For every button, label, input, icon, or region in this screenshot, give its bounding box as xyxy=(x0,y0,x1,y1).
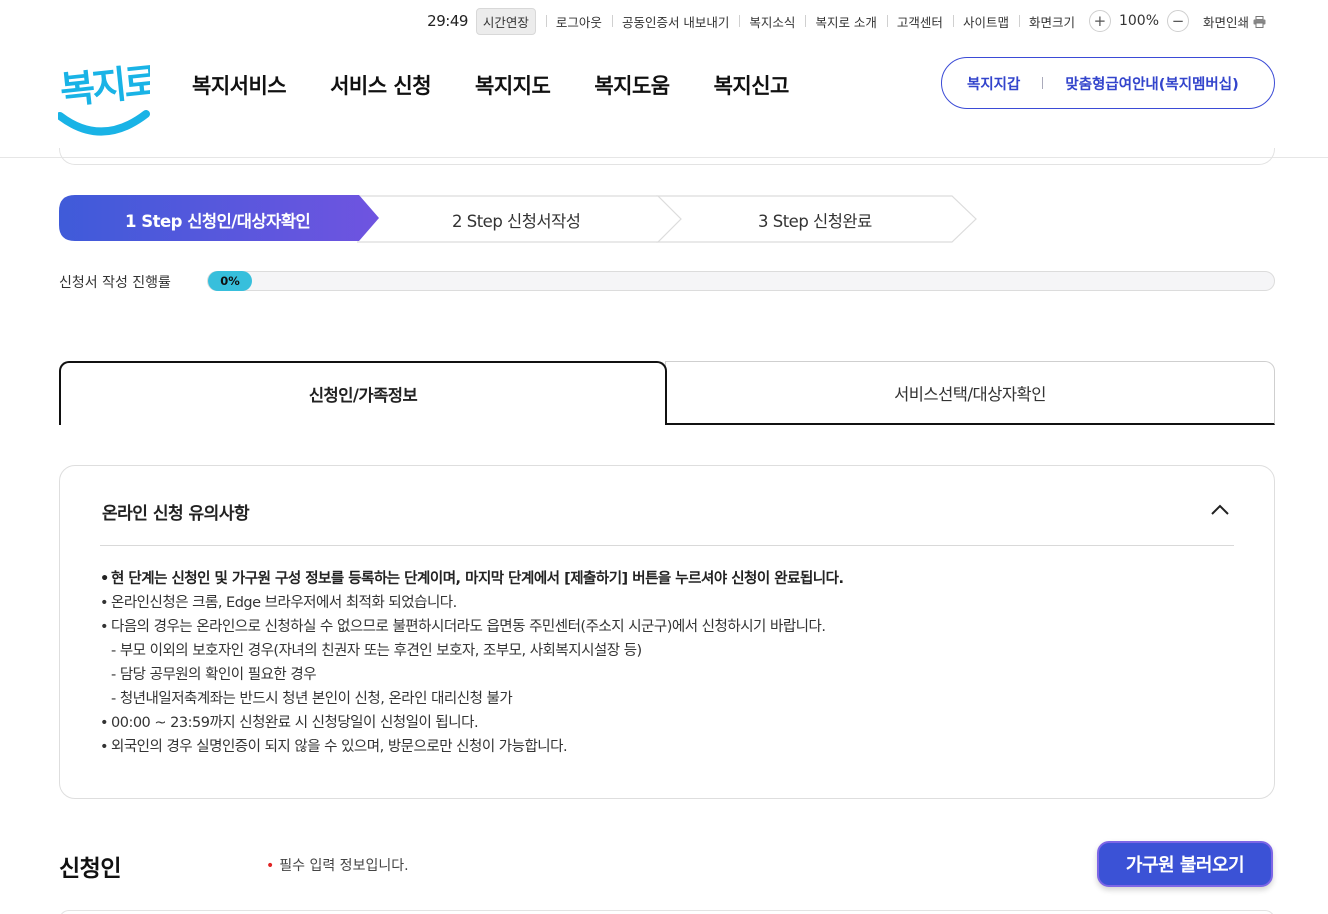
chevron-up-icon[interactable] xyxy=(1210,502,1230,516)
export-certificate-link[interactable]: 공동인증서 내보내기 xyxy=(611,12,739,31)
notice-item: 다음의 경우는 온라인으로 신청하실 수 없으므로 불편하시더라도 읍면동 주민… xyxy=(100,615,844,639)
notice-item: - 청년내일저축계좌는 반드시 청년 본인이 신청, 온라인 대리신청 불가 xyxy=(111,691,513,707)
logo-text: 복지로 xyxy=(58,59,150,113)
notice-list: 현 단계는 신청인 및 가구원 구성 정보를 등록하는 단계이며, 마지막 단계… xyxy=(100,567,844,759)
nav-welfare-report[interactable]: 복지신고 xyxy=(714,70,790,100)
nav-welfare-help[interactable]: 복지도움 xyxy=(594,70,670,100)
required-note-text: 필수 입력 정보입니다. xyxy=(279,858,409,874)
logout-link[interactable]: 로그아웃 xyxy=(545,12,612,31)
sitemap-link[interactable]: 사이트맵 xyxy=(952,12,1019,31)
applicant-section-title: 신청인 xyxy=(59,856,121,882)
load-household-button[interactable]: 가구원 불러오기 xyxy=(1097,841,1273,887)
progress-label: 신청서 작성 진행률 xyxy=(59,275,171,291)
required-dot: • xyxy=(266,858,275,874)
step-indicator: 1 Step 신청인/대상자확인 2 Step 신청서작성 3 Step 신청완… xyxy=(59,195,979,243)
about-link[interactable]: 복지로 소개 xyxy=(805,12,886,31)
notice-title: 온라인 신청 유의사항 xyxy=(102,504,250,524)
zoom-value: 100% xyxy=(1118,13,1159,29)
bokjiro-logo[interactable]: 복지로 xyxy=(56,56,160,138)
main-nav: 복지서비스 서비스 신청 복지지도 복지도움 복지신고 xyxy=(192,70,789,100)
notice-item: 현 단계는 신청인 및 가구원 구성 정보를 등록하는 단계이며, 마지막 단계… xyxy=(100,567,844,591)
welfare-wallet-link[interactable]: 복지지갑 xyxy=(967,73,1020,94)
nav-welfare-services[interactable]: 복지서비스 xyxy=(192,70,287,100)
tab-applicant-family-label: 신청인/가족정보 xyxy=(308,386,418,405)
customer-center-link[interactable]: 고객센터 xyxy=(886,12,953,31)
print-button[interactable]: 화면인쇄 xyxy=(1203,12,1266,31)
progress-fill: 0% xyxy=(208,271,252,291)
site-header: 복지로 복지서비스 서비스 신청 복지지도 복지도움 복지신고 복지지갑 맞춤형… xyxy=(0,40,1328,158)
notice-divider xyxy=(100,545,1234,546)
step-2: 2 Step 신청서작성 xyxy=(452,212,581,231)
zoom-in-button[interactable]: + xyxy=(1088,10,1111,32)
zoom-out-button[interactable]: − xyxy=(1167,10,1189,32)
step-3: 3 Step 신청완료 xyxy=(758,212,872,231)
quick-links: 복지지갑 맞춤형급여안내(복지멤버십) xyxy=(941,57,1275,109)
notice-item: 00:00 ~ 23:59까지 신청완료 시 신청당일이 신청일이 됩니다. xyxy=(100,711,844,735)
notice-item: 외국인의 경우 실명인증이 되지 않을 수 있으며, 방문으로만 신청이 가능합… xyxy=(100,735,844,759)
notice-panel: 온라인 신청 유의사항 현 단계는 신청인 및 가구원 구성 정보를 등록하는 … xyxy=(59,465,1275,799)
nav-welfare-map[interactable]: 복지지도 xyxy=(475,70,551,100)
extend-session-button[interactable]: 시간연장 xyxy=(475,7,536,35)
collapsed-panel-edge xyxy=(59,148,1275,165)
tab-applicant-family[interactable]: 신청인/가족정보 xyxy=(59,361,667,425)
applicant-form-edge xyxy=(59,910,1275,914)
membership-link[interactable]: 맞춤형급여안내(복지멤버십) xyxy=(1065,73,1238,94)
notice-item: 온라인신청은 크롬, Edge 브라우저에서 최적화 되었습니다. xyxy=(100,591,844,615)
utility-bar: 29:49 시간연장 로그아웃 공동인증서 내보내기 복지소식 복지로 소개 고… xyxy=(427,7,1266,35)
nav-service-apply[interactable]: 서비스 신청 xyxy=(330,70,431,100)
welfare-news-link[interactable]: 복지소식 xyxy=(739,12,805,31)
screen-size-label: 화면크기 xyxy=(1018,12,1085,31)
session-timer: 29:49 xyxy=(427,12,468,30)
print-label: 화면인쇄 xyxy=(1203,14,1250,30)
notice-item: - 부모 이외의 보호자인 경우(자녀의 친권자 또는 후견인 보호자, 조부모… xyxy=(111,643,642,659)
load-household-label: 가구원 불러오기 xyxy=(1125,855,1245,876)
notice-item: - 담당 공무원의 확인이 필요한 경우 xyxy=(111,667,317,683)
progress-bar: 0% xyxy=(207,271,1275,291)
step-1: 1 Step 신청인/대상자확인 xyxy=(125,212,311,231)
progress-value: 0% xyxy=(220,274,240,288)
tab-service-select[interactable]: 서비스선택/대상자확인 xyxy=(665,361,1275,425)
logo-mark: 복지로 xyxy=(56,59,160,136)
printer-icon xyxy=(1253,15,1266,28)
quick-divider xyxy=(1042,77,1044,89)
required-note: • 필수 입력 정보입니다. xyxy=(266,855,409,875)
tab-service-select-label: 서비스선택/대상자확인 xyxy=(894,384,1046,404)
